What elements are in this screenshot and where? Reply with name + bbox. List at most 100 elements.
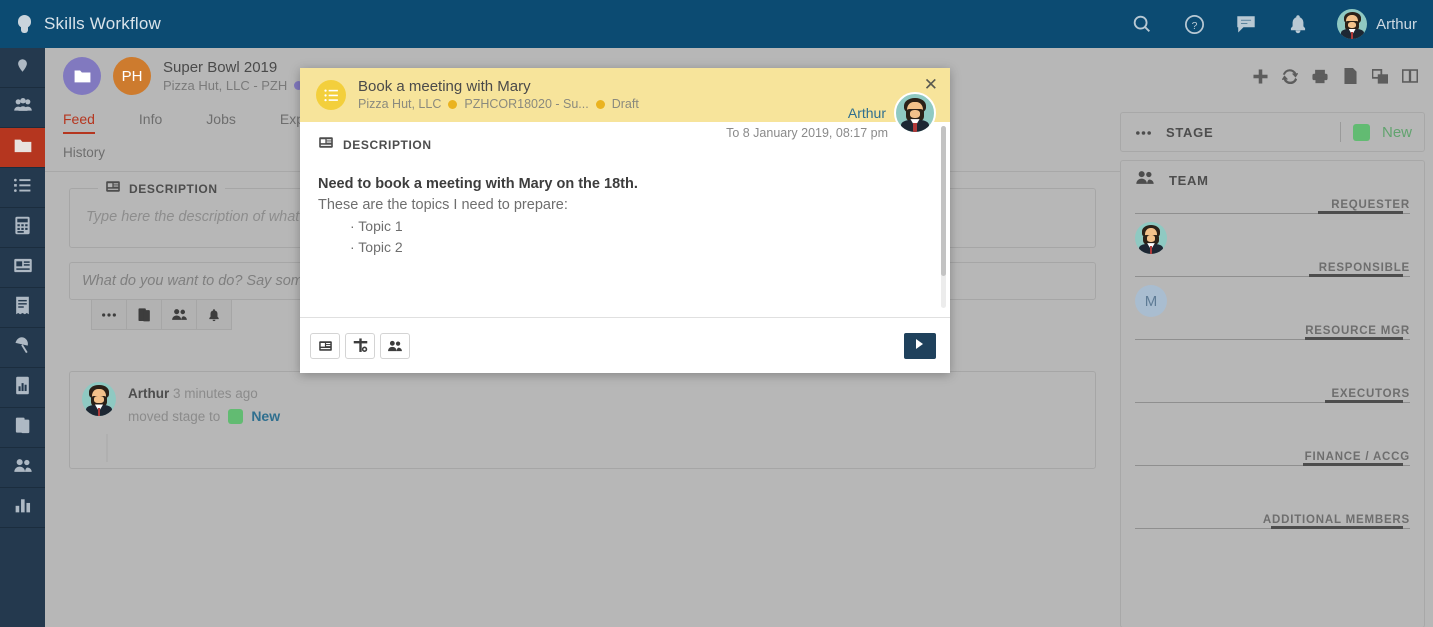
modal-author-name: Arthur (848, 105, 886, 121)
sidebar-item-receipts[interactable] (0, 288, 45, 328)
plus-icon[interactable] (1251, 67, 1269, 85)
bars-icon (14, 496, 32, 519)
team-member-slot[interactable] (1135, 340, 1410, 388)
team-section-executors: EXECUTORS (1135, 388, 1410, 451)
bell-icon[interactable] (1285, 11, 1311, 37)
layout-icon[interactable] (1401, 67, 1419, 85)
client-initials-badge: PH (113, 57, 151, 95)
card-icon (318, 136, 334, 154)
team-member-slot[interactable] (1135, 403, 1410, 451)
status-dot (596, 100, 605, 109)
page-title: Super Bowl 2019 (163, 58, 303, 77)
feed-entry-action-row: moved stage to New (128, 408, 280, 424)
app-root: Skills Workflow ? Arthur (0, 0, 1433, 627)
document-icon[interactable] (1341, 67, 1359, 85)
svg-text:?: ? (1191, 19, 1197, 31)
modal-client: Pizza Hut, LLC (358, 96, 441, 113)
stage-value: New (1382, 124, 1412, 141)
stage-color-chip (228, 409, 243, 424)
team-member-slot[interactable] (1135, 214, 1410, 262)
modal-status: Draft (612, 96, 639, 113)
status-badge (1353, 124, 1370, 141)
top-bar-actions: ? Arthur (1129, 9, 1433, 39)
modal-header: Book a meeting with Mary Pizza Hut, LLC … (300, 68, 950, 122)
divider (1135, 402, 1410, 403)
calculator-icon (14, 216, 31, 240)
feed-entry-card: Arthur 3 minutes ago moved stage to New (69, 371, 1096, 469)
chart-doc-icon (14, 376, 31, 400)
group-icon[interactable] (161, 300, 197, 330)
folder-icon (13, 137, 33, 159)
sidebar-item-analytics[interactable] (0, 488, 45, 528)
user-name: Arthur (1376, 16, 1417, 33)
sidebar-item-resources[interactable] (0, 328, 45, 368)
tab-info[interactable]: Info (139, 111, 182, 134)
tab-feed[interactable]: Feed (63, 111, 115, 134)
group-icon[interactable] (380, 333, 410, 359)
description-legend: DESCRIPTION (98, 180, 225, 198)
left-sidebar (0, 48, 45, 627)
sidebar-item-estimates[interactable] (0, 208, 45, 248)
bell-icon[interactable] (196, 300, 232, 330)
modal-title: Book a meeting with Mary (358, 77, 639, 96)
sidebar-item-invoices[interactable] (0, 248, 45, 288)
app-title: Skills Workflow (44, 14, 161, 34)
scrollbar-thumb[interactable] (941, 126, 946, 276)
card-icon[interactable] (310, 333, 340, 359)
project-titles: Super Bowl 2019 Pizza Hut, LLC - PZH (163, 58, 303, 94)
copy-icon[interactable] (126, 300, 162, 330)
divider (1135, 276, 1410, 277)
close-icon[interactable]: ✕ (924, 76, 938, 93)
brand[interactable]: Skills Workflow (0, 13, 161, 35)
help-icon[interactable]: ? (1181, 11, 1207, 37)
scrollbar[interactable] (941, 126, 946, 308)
pin-icon (15, 56, 30, 80)
feed-entry-stage[interactable]: New (251, 408, 280, 424)
sidebar-item-reports[interactable] (0, 368, 45, 408)
sidebar-item-tasks[interactable] (0, 168, 45, 208)
sidebar-item-library[interactable] (0, 408, 45, 448)
feed-entry-texts: Arthur 3 minutes ago moved stage to New (128, 382, 280, 424)
stage-value-group[interactable]: New (1340, 122, 1412, 142)
divider (1135, 213, 1410, 214)
modal-body: DESCRIPTION Need to book a meeting with … (300, 122, 950, 317)
stage-panel-title: STAGE (1166, 125, 1213, 140)
modal-footer (300, 317, 950, 373)
search-icon[interactable] (1129, 11, 1155, 37)
task-icon[interactable] (345, 333, 375, 359)
feed-entry-header: Arthur 3 minutes ago (128, 386, 258, 401)
team-member-slot[interactable]: M (1135, 277, 1410, 325)
people-icon (13, 97, 33, 118)
modal-description-label: DESCRIPTION (343, 138, 432, 152)
send-icon (915, 337, 925, 355)
feed-entry-author: Arthur (128, 386, 169, 401)
team-label: EXECUTORS (1331, 388, 1410, 400)
send-button[interactable] (904, 333, 936, 359)
user-menu[interactable]: Arthur (1337, 9, 1417, 39)
sidebar-item-location[interactable] (0, 48, 45, 88)
sidebar-item-team[interactable] (0, 448, 45, 488)
sidebar-item-projects[interactable] (0, 128, 45, 168)
avatar (1337, 9, 1367, 39)
print-icon[interactable] (1311, 67, 1329, 85)
refresh-icon[interactable] (1281, 67, 1299, 85)
top-navigation-bar: Skills Workflow ? Arthur (0, 0, 1433, 48)
modal-description-text: Need to book a meeting with Mary on the … (318, 154, 930, 258)
team-label: ADDITIONAL MEMBERS (1263, 514, 1410, 526)
lightbulb-icon (14, 13, 34, 35)
sidebar-item-clients[interactable] (0, 88, 45, 128)
list-icon (13, 177, 32, 199)
project-folder-icon (63, 57, 101, 95)
divider (1135, 339, 1410, 340)
modal-job-code: PZHCOR18020 - Su... (464, 96, 588, 113)
duplicate-icon[interactable] (1371, 67, 1389, 85)
feed-entry-action: moved stage to (128, 409, 220, 424)
team-member-slot[interactable] (1135, 466, 1410, 514)
more-icon[interactable] (91, 300, 127, 330)
chat-icon[interactable] (1233, 11, 1259, 37)
card-icon (13, 257, 33, 279)
subtab-history[interactable]: History (63, 145, 105, 160)
group-icon (13, 458, 33, 478)
tab-jobs[interactable]: Jobs (206, 111, 256, 134)
copy-icon (14, 416, 32, 440)
